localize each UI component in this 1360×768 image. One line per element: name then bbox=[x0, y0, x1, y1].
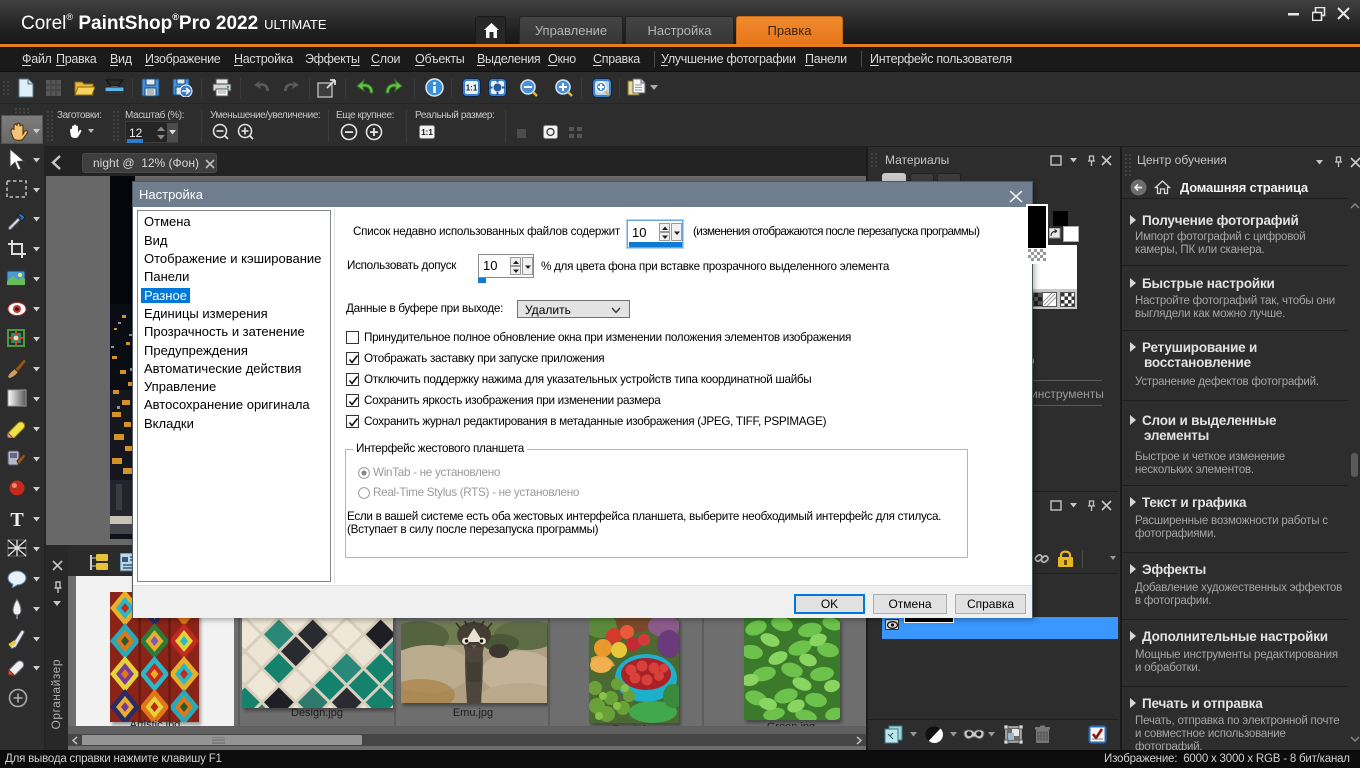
svg-text:1:1: 1:1 bbox=[466, 84, 478, 93]
svg-text:1:1: 1:1 bbox=[421, 128, 433, 137]
svg-text:T: T bbox=[10, 509, 24, 529]
